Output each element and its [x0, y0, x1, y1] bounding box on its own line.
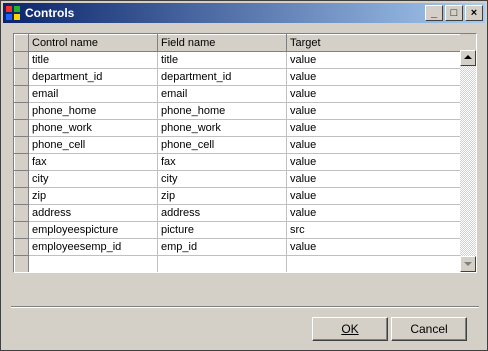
target-cell[interactable]: value	[286, 51, 460, 69]
target-cell[interactable]: value	[286, 68, 460, 86]
control-name-cell[interactable]: phone_home	[28, 102, 158, 120]
ok-button[interactable]: OK	[312, 317, 388, 341]
row-selector[interactable]	[14, 187, 29, 205]
minimize-button[interactable]: _	[425, 5, 443, 21]
target-cell[interactable]: value	[286, 238, 460, 256]
close-button[interactable]: ×	[465, 5, 483, 21]
table-row[interactable]: employeespicture picture src	[14, 221, 460, 239]
row-selector[interactable]	[14, 85, 29, 103]
window-controls: _ □ ×	[425, 5, 483, 21]
row-selector[interactable]	[14, 102, 29, 120]
scroll-corner	[460, 34, 476, 50]
target-cell[interactable]: value	[286, 170, 460, 188]
field-name-cell[interactable]: phone_work	[157, 119, 287, 137]
maximize-button[interactable]: □	[445, 5, 463, 21]
field-name-cell[interactable]: city	[157, 170, 287, 188]
column-header-field-name[interactable]: Field name	[157, 34, 287, 52]
target-cell[interactable]: value	[286, 204, 460, 222]
control-name-cell[interactable]: fax	[28, 153, 158, 171]
scroll-up-button[interactable]	[460, 50, 476, 66]
field-name-cell[interactable]: email	[157, 85, 287, 103]
field-name-cell[interactable]: zip	[157, 187, 287, 205]
control-name-cell[interactable]: phone_work	[28, 119, 158, 137]
row-selector[interactable]	[14, 153, 29, 171]
separator	[11, 306, 479, 308]
row-selector[interactable]	[14, 255, 29, 272]
cancel-button[interactable]: Cancel	[391, 317, 467, 341]
row-selector[interactable]	[14, 204, 29, 222]
controls-dialog: Controls _ □ × Control name Field name T…	[0, 0, 488, 351]
target-cell[interactable]: value	[286, 119, 460, 137]
row-selector[interactable]	[14, 51, 29, 69]
controls-table: Control name Field name Target title titl…	[14, 34, 460, 272]
grid-viewport: Control name Field name Target title titl…	[14, 34, 460, 272]
row-selector[interactable]	[14, 221, 29, 239]
table-row[interactable]: zip zip value	[14, 187, 460, 205]
field-name-cell[interactable]: phone_cell	[157, 136, 287, 154]
table-row[interactable]: employeesemp_id emp_id value	[14, 238, 460, 256]
vertical-scrollbar[interactable]	[460, 50, 476, 272]
controls-grid[interactable]: Control name Field name Target title titl…	[13, 33, 477, 273]
ok-label: OK	[341, 322, 359, 336]
target-cell[interactable]: value	[286, 102, 460, 120]
control-name-cell[interactable]: employeesemp_id	[28, 238, 158, 256]
control-name-cell[interactable]: title	[28, 51, 158, 69]
window-title: Controls	[25, 6, 75, 20]
table-row[interactable]: phone_work phone_work value	[14, 119, 460, 137]
row-selector[interactable]	[14, 68, 29, 86]
field-name-cell[interactable]: department_id	[157, 68, 287, 86]
control-name-cell[interactable]: address	[28, 204, 158, 222]
control-name-cell[interactable]	[28, 255, 158, 272]
target-cell[interactable]: src	[286, 221, 460, 239]
field-name-cell[interactable]: address	[157, 204, 287, 222]
control-name-cell[interactable]: zip	[28, 187, 158, 205]
target-cell[interactable]: value	[286, 187, 460, 205]
arrow-up-icon	[464, 55, 472, 59]
target-cell[interactable]: value	[286, 153, 460, 171]
table-row[interactable]	[14, 255, 460, 272]
target-cell[interactable]: value	[286, 136, 460, 154]
table-row[interactable]: address address value	[14, 204, 460, 222]
field-name-cell[interactable]: title	[157, 51, 287, 69]
corner-header	[14, 34, 29, 52]
column-header-target[interactable]: Target	[286, 34, 460, 52]
column-header-control-name[interactable]: Control name	[28, 34, 158, 52]
target-cell[interactable]	[286, 255, 460, 272]
header-row: Control name Field name Target	[14, 34, 460, 52]
table-row[interactable]: email email value	[14, 85, 460, 103]
app-icon	[6, 6, 20, 20]
row-selector[interactable]	[14, 136, 29, 154]
grid-body: title title value department_id department_i…	[14, 51, 460, 272]
row-selector[interactable]	[14, 119, 29, 137]
cancel-label: Cancel	[410, 322, 448, 336]
row-selector[interactable]	[14, 170, 29, 188]
arrow-down-icon	[464, 262, 472, 266]
control-name-cell[interactable]: department_id	[28, 68, 158, 86]
field-name-cell[interactable]: fax	[157, 153, 287, 171]
control-name-cell[interactable]: employeespicture	[28, 221, 158, 239]
table-row[interactable]: fax fax value	[14, 153, 460, 171]
scroll-down-button[interactable]	[460, 256, 476, 272]
table-row[interactable]: phone_home phone_home value	[14, 102, 460, 120]
table-row[interactable]: phone_cell phone_cell value	[14, 136, 460, 154]
table-row[interactable]: department_id department_id value	[14, 68, 460, 86]
table-row[interactable]: city city value	[14, 170, 460, 188]
target-cell[interactable]: value	[286, 85, 460, 103]
field-name-cell[interactable]: emp_id	[157, 238, 287, 256]
row-selector[interactable]	[14, 238, 29, 256]
field-name-cell[interactable]	[157, 255, 287, 272]
field-name-cell[interactable]: picture	[157, 221, 287, 239]
control-name-cell[interactable]: email	[28, 85, 158, 103]
table-row[interactable]: title title value	[14, 51, 460, 69]
control-name-cell[interactable]: phone_cell	[28, 136, 158, 154]
control-name-cell[interactable]: city	[28, 170, 158, 188]
field-name-cell[interactable]: phone_home	[157, 102, 287, 120]
title-bar[interactable]: Controls _ □ ×	[3, 3, 485, 23]
